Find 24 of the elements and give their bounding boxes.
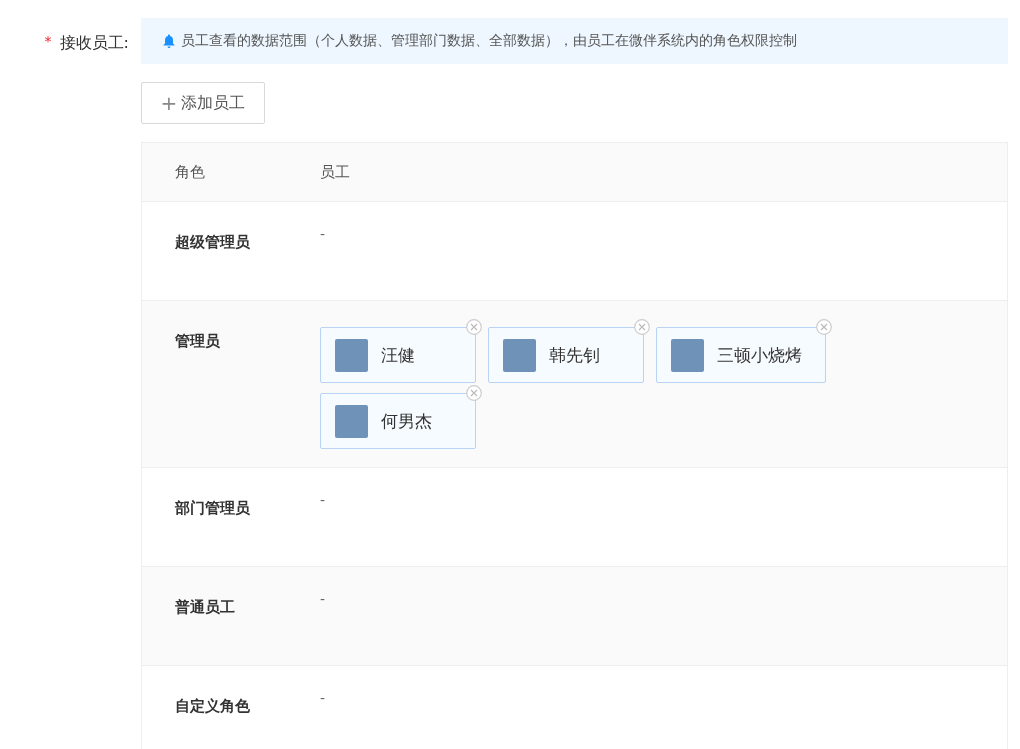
role-name: 部门管理员 — [175, 499, 250, 517]
field-label: 接收员工: — [59, 33, 129, 54]
remove-icon[interactable] — [466, 319, 482, 335]
empty-value: - — [320, 226, 326, 242]
remove-icon[interactable] — [816, 319, 832, 335]
empty-value: - — [320, 690, 326, 706]
column-header: 员工 — [320, 162, 350, 181]
avatar-placeholder — [503, 338, 536, 372]
add-employee-button[interactable]: + 添加员工 — [141, 82, 265, 124]
column-header: 角色 — [175, 162, 205, 181]
role-name: 超级管理员 — [175, 233, 250, 251]
avatar-placeholder — [671, 338, 704, 372]
role-name: 自定义角色 — [175, 697, 250, 715]
role-name: 普通员工 — [175, 598, 235, 616]
bell-icon — [163, 34, 175, 48]
avatar-placeholder — [335, 338, 368, 372]
avatar-placeholder — [335, 404, 368, 438]
remove-icon[interactable] — [634, 319, 650, 335]
remove-icon[interactable] — [466, 385, 482, 401]
notice-text: 员工查看的数据范围（个人数据、管理部门数据、全部数据），由员工在微伴系统内的角色权限控制 — [181, 32, 797, 50]
required-mark: * — [44, 33, 52, 51]
empty-value: - — [320, 492, 326, 508]
role-name: 管理员 — [175, 332, 220, 350]
empty-value: - — [320, 591, 326, 607]
